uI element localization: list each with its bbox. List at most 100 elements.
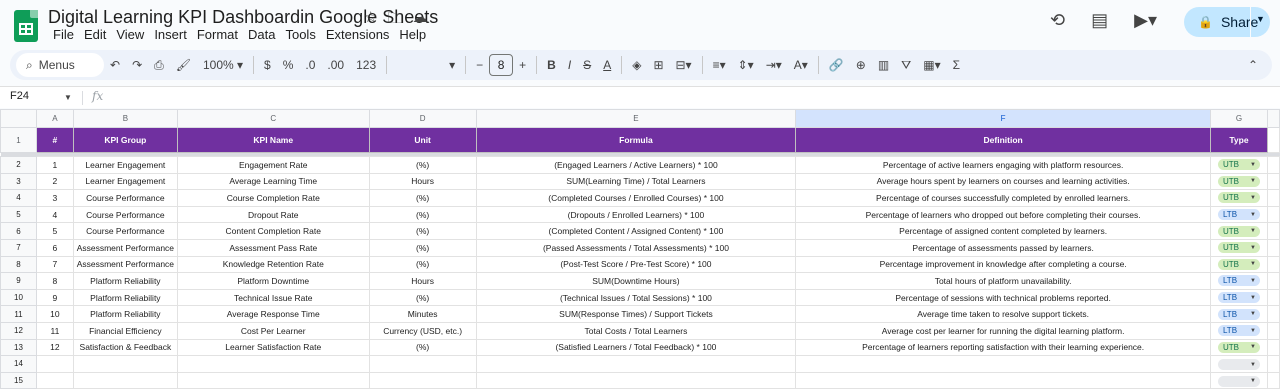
empty-cell[interactable] bbox=[795, 371, 1211, 390]
empty-cell[interactable] bbox=[475, 355, 797, 373]
cell-definition[interactable]: Percentage of courses successfully compl… bbox=[795, 189, 1211, 207]
empty-cell[interactable] bbox=[1266, 355, 1280, 373]
type-dropdown-chip[interactable]: UTB ▼ bbox=[1217, 159, 1260, 171]
header-unit[interactable]: Unit bbox=[368, 127, 477, 153]
cell-kpi-group[interactable]: Course Performance bbox=[72, 205, 178, 224]
cell-type[interactable]: UTB ▼ bbox=[1209, 222, 1268, 240]
cell-kpi-name[interactable]: Learner Satisfaction Rate bbox=[176, 338, 370, 357]
row-number[interactable]: 4 bbox=[0, 189, 37, 207]
column-header-a[interactable]: A bbox=[35, 109, 74, 128]
decrease-decimal-button[interactable]: .0 bbox=[299, 53, 321, 77]
cell-formula[interactable]: (Passed Assessments / Total Assessments)… bbox=[475, 238, 797, 257]
row-number[interactable]: 15 bbox=[0, 371, 37, 390]
cell-definition[interactable]: Percentage of assigned content completed… bbox=[795, 222, 1211, 240]
cell-kpi-group[interactable]: Assessment Performance bbox=[72, 255, 178, 274]
menu-data[interactable]: Data bbox=[243, 26, 280, 43]
insert-link-icon[interactable]: 🔗 bbox=[823, 53, 850, 77]
cell-formula[interactable]: (Technical Issues / Total Sessions) * 10… bbox=[475, 288, 797, 307]
cell-kpi-group[interactable]: Learner Engagement bbox=[72, 156, 178, 174]
cell-unit[interactable]: (%) bbox=[368, 238, 477, 257]
cell-type[interactable]: UTB ▼ bbox=[1209, 156, 1268, 174]
cell-kpi-name[interactable]: Platform Downtime bbox=[176, 272, 370, 290]
row-number[interactable]: 6 bbox=[0, 222, 37, 240]
comments-icon[interactable]: ▤ bbox=[1091, 10, 1108, 31]
menu-insert[interactable]: Insert bbox=[149, 26, 192, 43]
cell-kpi-group[interactable]: Platform Reliability bbox=[72, 272, 178, 290]
collapse-toolbar-icon[interactable]: ⌃ bbox=[1242, 53, 1264, 77]
cell-type[interactable]: ▼ bbox=[1209, 355, 1268, 373]
cell-definition[interactable]: Percentage of assessments passed by lear… bbox=[795, 238, 1211, 257]
empty-cell[interactable] bbox=[368, 355, 477, 373]
bold-icon[interactable]: B bbox=[541, 53, 562, 77]
type-dropdown-chip[interactable]: UTB ▼ bbox=[1217, 341, 1260, 353]
cell-unit[interactable]: (%) bbox=[368, 189, 477, 207]
row-number[interactable]: 5 bbox=[0, 205, 37, 224]
column-header-e[interactable]: E bbox=[475, 109, 797, 128]
cell-kpi-group[interactable]: Financial Efficiency bbox=[72, 321, 178, 340]
empty-cell[interactable] bbox=[35, 371, 74, 390]
cell-kpi-name[interactable]: Course Completion Rate bbox=[176, 189, 370, 207]
name-box[interactable]: F24 bbox=[10, 90, 29, 102]
cell-formula[interactable]: (Dropouts / Enrolled Learners) * 100 bbox=[475, 205, 797, 224]
share-dropdown-icon[interactable]: ▼ bbox=[1256, 14, 1265, 24]
cell-kpi-group[interactable]: Assessment Performance bbox=[72, 238, 178, 257]
empty-cell[interactable] bbox=[72, 355, 178, 373]
row-number[interactable]: 7 bbox=[0, 238, 37, 257]
merge-cells-icon[interactable]: ⊟▾ bbox=[670, 53, 698, 77]
print-icon[interactable]: ⎙ bbox=[148, 53, 170, 77]
insert-comment-icon[interactable]: ⊕ bbox=[850, 53, 872, 77]
type-dropdown-chip[interactable]: LTB ▼ bbox=[1217, 209, 1260, 221]
empty-cell[interactable] bbox=[1266, 205, 1280, 224]
empty-cell[interactable] bbox=[1266, 172, 1280, 191]
cell-formula[interactable]: (Completed Content / Assigned Content) *… bbox=[475, 222, 797, 240]
cell-formula[interactable]: SUM(Downtime Hours) bbox=[475, 272, 797, 290]
header-kpi-name[interactable]: KPI Name bbox=[176, 127, 370, 153]
cell-unit[interactable]: (%) bbox=[368, 156, 477, 174]
type-dropdown-chip[interactable]: UTB ▼ bbox=[1217, 242, 1260, 254]
menu-search[interactable]: ⌕ Menus bbox=[16, 53, 104, 77]
row-number[interactable]: 10 bbox=[0, 288, 37, 307]
type-dropdown-chip[interactable]: ▼ bbox=[1217, 375, 1260, 387]
empty-cell[interactable] bbox=[176, 371, 370, 390]
cell-kpi-name[interactable]: Knowledge Retention Rate bbox=[176, 255, 370, 274]
cell-kpi-name[interactable]: Content Completion Rate bbox=[176, 222, 370, 240]
row-number[interactable]: 8 bbox=[0, 255, 37, 274]
column-header-d[interactable]: D bbox=[368, 109, 477, 128]
cell-formula[interactable]: (Engaged Learners / Active Learners) * 1… bbox=[475, 156, 797, 174]
cell-unit[interactable]: (%) bbox=[368, 205, 477, 224]
cell-formula[interactable]: SUM(Response Times) / Support Tickets bbox=[475, 305, 797, 323]
cell-definition[interactable]: Percentage of sessions with technical pr… bbox=[795, 288, 1211, 307]
cell-kpi-name[interactable]: Assessment Pass Rate bbox=[176, 238, 370, 257]
zoom-select[interactable]: 100% ▾ bbox=[197, 53, 249, 77]
empty-cell[interactable] bbox=[1266, 156, 1280, 174]
cell-kpi-group[interactable]: Platform Reliability bbox=[72, 288, 178, 307]
type-dropdown-chip[interactable]: ▼ bbox=[1217, 359, 1260, 371]
cell-number[interactable]: 9 bbox=[35, 288, 74, 307]
type-dropdown-chip[interactable]: UTB ▼ bbox=[1217, 192, 1260, 204]
horizontal-align-icon[interactable]: ≡▾ bbox=[707, 53, 732, 77]
cell-number[interactable]: 7 bbox=[35, 255, 74, 274]
text-rotation-icon[interactable]: A▾ bbox=[788, 53, 814, 77]
font-family-select[interactable]: ▾ bbox=[391, 53, 461, 77]
currency-format-button[interactable]: $ bbox=[258, 53, 277, 77]
borders-icon[interactable]: ⊞ bbox=[647, 53, 669, 77]
cell-number[interactable]: 3 bbox=[35, 189, 74, 207]
empty-cell[interactable] bbox=[72, 371, 178, 390]
header-type[interactable]: Type bbox=[1209, 127, 1268, 153]
empty-cell[interactable] bbox=[368, 371, 477, 390]
cell-kpi-name[interactable]: Cost Per Learner bbox=[176, 321, 370, 340]
empty-cell[interactable] bbox=[1266, 272, 1280, 290]
cell-type[interactable]: LTB ▼ bbox=[1209, 288, 1268, 307]
cell-type[interactable]: UTB ▼ bbox=[1209, 255, 1268, 274]
row-number[interactable]: 2 bbox=[0, 156, 37, 174]
cell-definition[interactable]: Total hours of platform unavailability. bbox=[795, 272, 1211, 290]
cell-kpi-group[interactable]: Platform Reliability bbox=[72, 305, 178, 323]
cell-definition[interactable]: Average time taken to resolve support ti… bbox=[795, 305, 1211, 323]
font-size-increase-icon[interactable]: + bbox=[513, 53, 532, 77]
cell-kpi-name[interactable]: Average Learning Time bbox=[176, 172, 370, 191]
cell-unit[interactable]: (%) bbox=[368, 338, 477, 357]
sheets-logo-icon[interactable] bbox=[14, 10, 38, 42]
cell-type[interactable]: ▼ bbox=[1209, 371, 1268, 390]
select-all-corner[interactable] bbox=[0, 109, 37, 128]
row-number[interactable]: 11 bbox=[0, 305, 37, 323]
